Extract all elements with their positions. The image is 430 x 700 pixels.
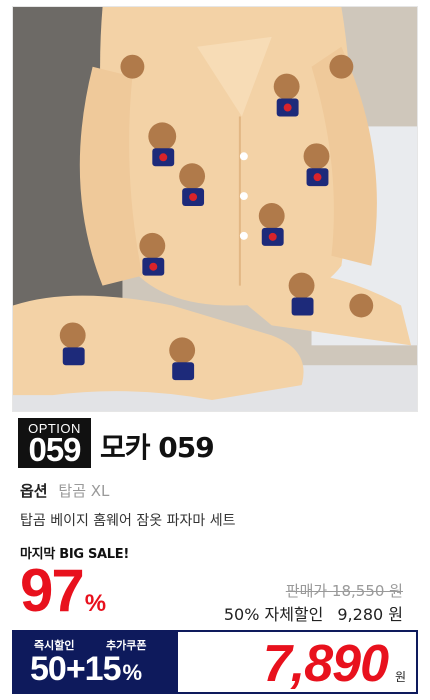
pajama-photo-illustration [13, 7, 417, 411]
self-discount-price: 9,280 원 [337, 605, 403, 624]
final-price-unit: 원 [394, 670, 406, 684]
price-bar[interactable]: 즉시할인 추가쿠폰 50+15% 7,890 원 [12, 630, 418, 694]
product-card[interactable]: OPTION 059 모카 059 옵션 탑곰 XL 탑곰 베이지 홈웨어 잠옷… [0, 0, 430, 700]
discount-percent-value: 97 [20, 557, 85, 624]
product-photo[interactable] [12, 6, 418, 412]
coupon-value-sign: % [122, 660, 143, 685]
option-key: 옵션 [20, 482, 48, 500]
option-badge: OPTION 059 [18, 418, 91, 468]
coupon-value-number: 50+15 [30, 650, 121, 688]
discount-percent: 97% [20, 556, 106, 625]
product-description[interactable]: 탑곰 베이지 홈웨어 잠옷 파자마 세트 [20, 510, 235, 530]
option-badge-number: 059 [28, 431, 81, 468]
discount-percent-sign: % [84, 590, 107, 617]
option-value: 탑곰 XL [58, 482, 110, 500]
self-discount: 50% 자체할인 9,280 원 [224, 601, 403, 625]
original-price: 판매가 18,550 원 [285, 582, 403, 600]
final-price: 7,890 [262, 635, 389, 693]
coupon-value: 50+15% [30, 650, 143, 689]
self-discount-label: 50% 자체할인 [223, 605, 324, 624]
option-row: 옵션 탑곰 XL [20, 480, 109, 501]
coupon-box[interactable]: 즉시할인 추가쿠폰 50+15% [14, 632, 178, 692]
option-title: 모카 059 [100, 431, 215, 464]
